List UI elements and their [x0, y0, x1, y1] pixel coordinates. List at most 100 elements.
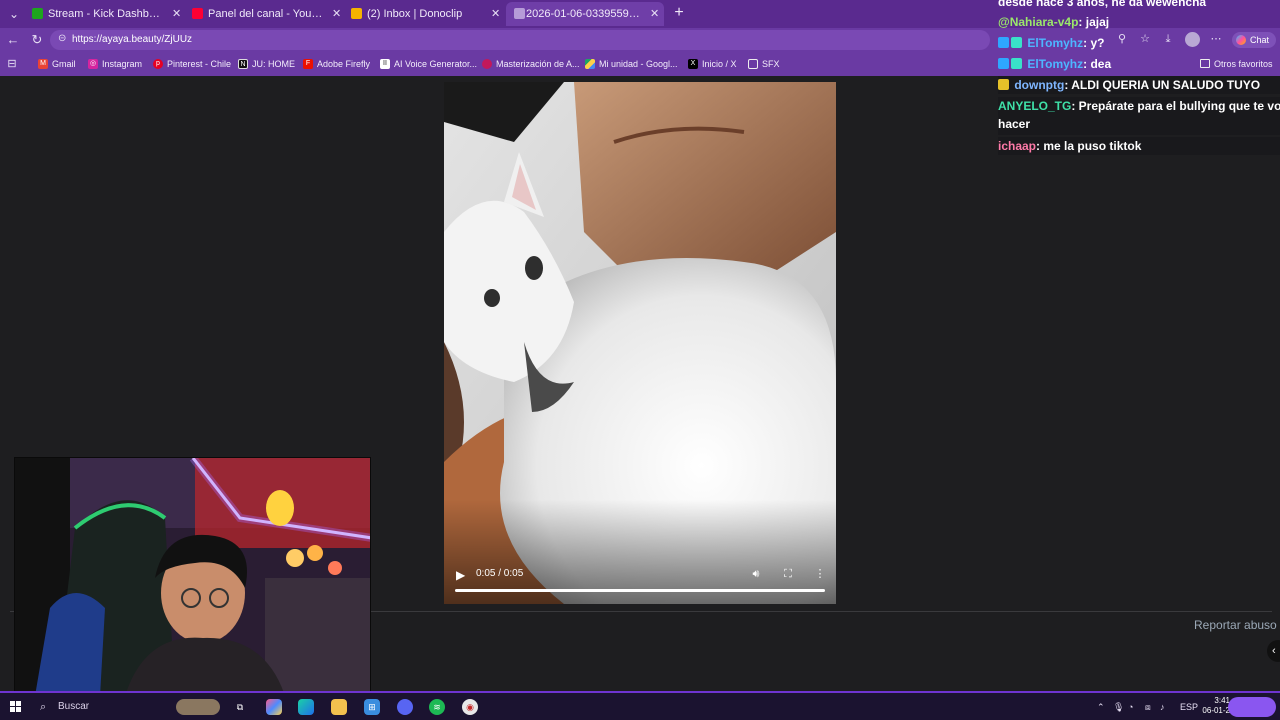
firefly-icon: F: [303, 59, 313, 69]
tab-title: 2026-01-06-033955969.mp4: [526, 8, 641, 20]
tab-title: Panel del canal - YouTube Studio: [208, 8, 326, 20]
chat-username: downptg: [1014, 78, 1065, 92]
bookmark-label: JU: HOME: [252, 59, 296, 69]
bookmark-masterizacion[interactable]: Masterización de A...: [482, 57, 580, 71]
bookmark-sfx-folder[interactable]: SFX: [748, 57, 780, 71]
tab-kick-dashboard[interactable]: Stream - Kick Dashboard ✕: [32, 2, 182, 26]
collections-icon[interactable]: ⊟: [4, 56, 20, 72]
system-clock[interactable]: 3:41 06-01-2: [1200, 696, 1230, 716]
clock-time: 3:41: [1214, 696, 1230, 705]
new-tab-plus-icon[interactable]: +: [670, 4, 688, 22]
copilot-icon[interactable]: [266, 699, 282, 715]
audio-icon[interactable]: ◔: [1128, 701, 1133, 713]
close-tab-icon[interactable]: ✕: [650, 2, 659, 26]
chat-message: desde hace 3 años, ne da wewencha: [998, 0, 1206, 11]
close-tab-icon[interactable]: ✕: [491, 2, 500, 26]
subscriber-badge-icon: [1011, 37, 1022, 48]
discord-icon[interactable]: [397, 699, 413, 715]
webcam-overlay: [14, 457, 371, 695]
bookmark-x[interactable]: X Inicio / X: [688, 57, 737, 71]
mastering-icon: [482, 59, 492, 69]
network-icon[interactable]: ⧈: [1145, 701, 1151, 713]
bookmark-gmail[interactable]: M Gmail: [38, 57, 76, 71]
chat-text: : me la puso tiktok: [1036, 139, 1142, 153]
chat-text: : ALDI QUERIA UN SALUDO TUYO: [1064, 78, 1261, 92]
chat-username: @Nahiara-v4p: [998, 15, 1079, 29]
tab-donoclip-inbox[interactable]: (2) Inbox | Donoclip ✕: [351, 2, 501, 26]
tab-list-chevron-icon[interactable]: ⌄: [4, 4, 24, 24]
bookmark-label: Adobe Firefly: [317, 59, 371, 69]
chat-username: ElTomyhz: [1027, 36, 1084, 50]
folder-icon: [748, 59, 758, 69]
bookmark-label: Pinterest - Chile: [167, 59, 232, 69]
microphone-icon[interactable]: 🎙︎: [1113, 701, 1124, 713]
chat-message: ElTomyhz: dea: [998, 55, 1111, 73]
tab-title: Stream - Kick Dashboard: [48, 8, 163, 20]
video-file-icon: [514, 8, 525, 19]
gmail-icon: M: [38, 59, 48, 69]
reload-icon[interactable]: ↻: [28, 31, 46, 49]
search-icon: ⌕: [40, 701, 47, 713]
elevenlabs-icon: II: [380, 59, 390, 69]
bookmark-label: SFX: [762, 59, 780, 69]
close-tab-icon[interactable]: ✕: [172, 2, 181, 26]
tab-video-file[interactable]: 2026-01-06-033955969.mp4 ✕: [506, 2, 664, 26]
chat-username: ElTomyhz: [1027, 57, 1084, 71]
pinterest-icon: p: [153, 59, 163, 69]
chat-message: ElTomyhz: y?: [998, 34, 1104, 52]
notion-icon: N: [238, 59, 248, 69]
subscriber-badge-icon: [1011, 58, 1022, 69]
bookmark-google-drive[interactable]: Mi unidad - Googl...: [585, 57, 678, 71]
bookmark-adobe-firefly[interactable]: F Adobe Firefly: [303, 57, 370, 71]
site-info-icon[interactable]: ⊝: [58, 33, 70, 45]
instagram-icon: ◎: [88, 59, 98, 69]
fullscreen-icon[interactable]: ⛶: [781, 567, 795, 581]
taskbar-search-box[interactable]: ⌕ Buscar: [36, 697, 222, 717]
chat-text: : dea: [1083, 57, 1112, 71]
search-placeholder: Buscar: [58, 701, 90, 712]
volume-tray-icon[interactable]: ♪: [1160, 701, 1165, 713]
notification-badge-icon[interactable]: [1228, 697, 1276, 717]
bookmark-instagram[interactable]: ◎ Instagram: [88, 57, 142, 71]
tab-title: (2) Inbox | Donoclip: [367, 8, 463, 20]
microsoft-store-icon[interactable]: ⊞: [364, 699, 380, 715]
chat-text: : jajaj: [1078, 15, 1110, 29]
file-explorer-icon[interactable]: [331, 699, 347, 715]
bookmark-label: AI Voice Generator...: [394, 59, 478, 69]
bookmark-label: Gmail: [52, 59, 76, 69]
volume-icon[interactable]: 🔊︎: [749, 567, 763, 581]
windows-start-icon[interactable]: [10, 701, 22, 713]
spotify-icon[interactable]: ≋: [429, 699, 445, 715]
bookmark-label: Inicio / X: [702, 59, 737, 69]
tab-youtube-studio[interactable]: Panel del canal - YouTube Studio ✕: [192, 2, 342, 26]
task-view-icon[interactable]: ⧉: [232, 699, 248, 715]
address-bar[interactable]: ⊝ https://ayaya.beauty/ZjUUz: [50, 30, 990, 50]
video-player[interactable]: [444, 82, 836, 604]
bookmark-pinterest[interactable]: p Pinterest - Chile: [153, 57, 231, 71]
tray-chevron-up-icon[interactable]: ⌃: [1097, 701, 1105, 713]
screen: ⌄ Stream - Kick Dashboard ✕ Panel del ca…: [0, 0, 1280, 720]
obs-icon[interactable]: ◉: [462, 699, 478, 715]
input-language[interactable]: ESP: [1180, 701, 1198, 713]
chat-username: ichaap: [998, 139, 1037, 153]
close-tab-icon[interactable]: ✕: [332, 2, 341, 26]
back-arrow-icon[interactable]: ←: [4, 31, 22, 49]
gift-badge-icon: [998, 79, 1009, 90]
bookmark-ai-voice[interactable]: II AI Voice Generator...: [380, 57, 477, 71]
play-icon[interactable]: ▶: [456, 568, 468, 582]
url-text[interactable]: https://ayaya.beauty/ZjUUz: [72, 33, 192, 47]
bookmark-notion-home[interactable]: N JU: HOME: [238, 57, 295, 71]
edge-browser-icon[interactable]: [298, 699, 314, 715]
windows-taskbar: ⌕ Buscar ⧉ ⊞ ≋ ◉ ⌃ 🎙︎ ◔ ⧈ ♪ ESP 3:41 06-…: [0, 691, 1280, 720]
bookmark-label: Mi unidad - Googl...: [599, 59, 678, 69]
video-progress-bar[interactable]: [455, 589, 825, 592]
chat-text: : y?: [1083, 36, 1105, 50]
search-highlight-icon: [176, 699, 220, 715]
video-frame-cat: [444, 82, 836, 604]
chat-username: ANYELO_TG: [998, 99, 1072, 113]
more-options-icon[interactable]: ⋮: [813, 567, 827, 581]
report-abuse-link[interactable]: Reportar abuso: [1194, 617, 1277, 633]
bookmark-label: Instagram: [102, 59, 143, 69]
stream-chat-overlay: desde hace 3 años, ne da wewencha @Nahia…: [996, 0, 1280, 156]
kick-icon: [32, 8, 43, 19]
